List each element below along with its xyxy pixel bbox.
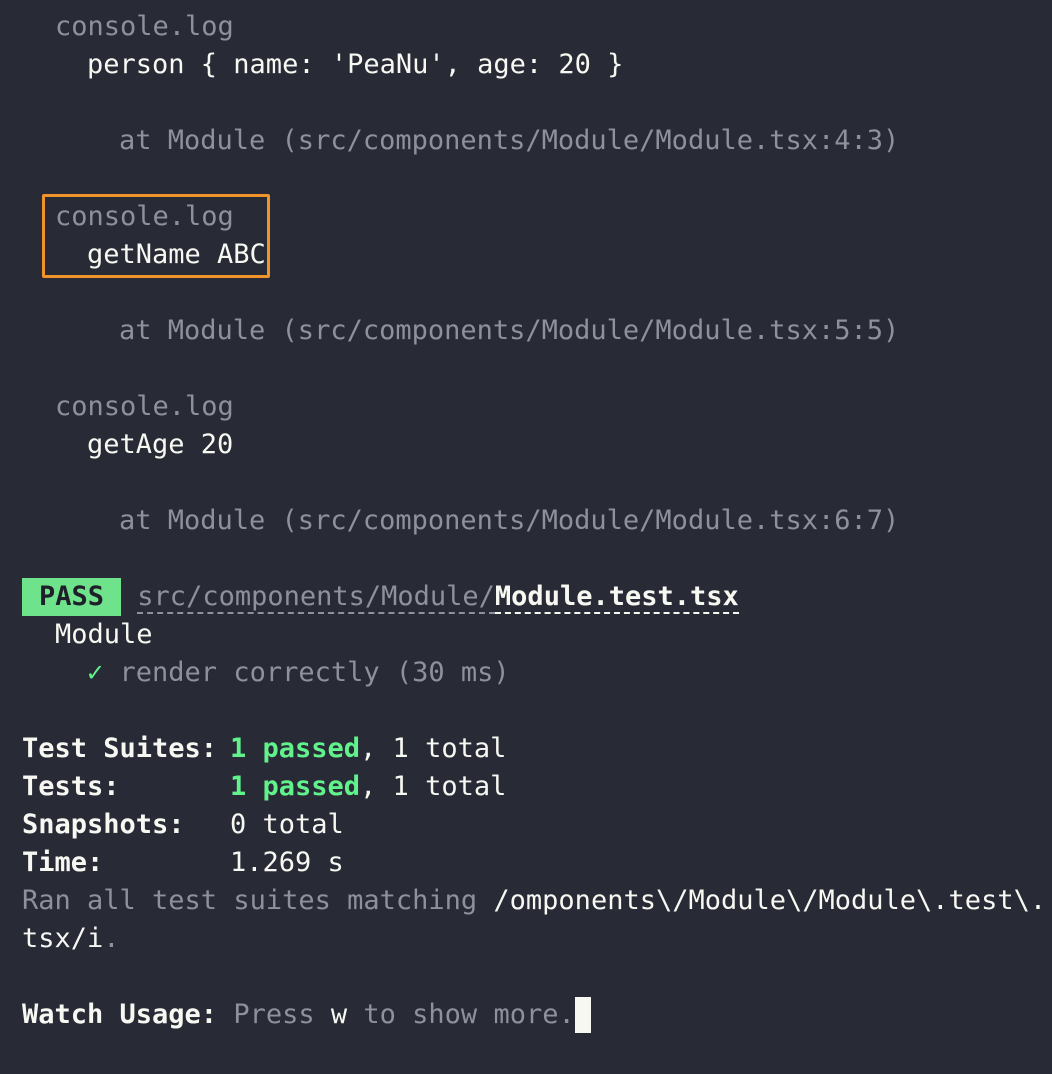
- watch-usage-label: Watch Usage:: [22, 999, 218, 1030]
- watch-usage-line: Watch Usage: Press w to show more.: [22, 996, 591, 1034]
- ran-all-line-1: Ran all test suites matching /omponents\…: [22, 882, 1046, 920]
- watch-usage-key: w: [330, 999, 348, 1030]
- ran-all-suffix: .: [103, 923, 120, 954]
- terminal-cursor[interactable]: [574, 997, 591, 1033]
- watch-usage-rest: to show more.: [347, 999, 575, 1030]
- console-log-header-2: console.log: [55, 201, 234, 232]
- console-log-location-3: at Module (src/components/Module/Module.…: [119, 505, 900, 536]
- ran-all-pattern-2: tsx/i: [22, 923, 104, 954]
- summary-snapshots-label: Snapshots:: [22, 809, 185, 840]
- summary-tests-label: Tests:: [22, 771, 120, 802]
- summary-time-label: Time:: [22, 847, 104, 878]
- test-case-name: render correctly (30 ms): [119, 657, 510, 688]
- summary-suites-passed: 1 passed: [230, 733, 361, 764]
- summary-snapshots: Snapshots: 0 total: [22, 806, 344, 844]
- summary-suites-total: , 1 total: [360, 733, 507, 764]
- summary-snapshots-value: 0 total: [230, 809, 344, 840]
- console-log-header-3: console.log: [55, 391, 234, 422]
- summary-suites-label: Test Suites:: [22, 733, 218, 764]
- summary-tests: Tests: 1 passed, 1 total: [22, 768, 506, 806]
- summary-time: Time: 1.269 s: [22, 844, 344, 882]
- summary-time-value: 1.269 s: [230, 847, 344, 878]
- console-log-location-1: at Module (src/components/Module/Module.…: [119, 125, 900, 156]
- watch-usage-press: Press: [217, 999, 331, 1030]
- test-file-dir: src/components/Module/: [137, 581, 495, 614]
- check-icon: ✓: [87, 657, 104, 688]
- console-log-message-1: person { name: 'PeaNu', age: 20 }: [87, 49, 624, 80]
- summary-tests-passed: 1 passed: [230, 771, 361, 802]
- test-suite-name: Module: [55, 619, 153, 650]
- summary-tests-total: , 1 total: [360, 771, 507, 802]
- console-log-location-2: at Module (src/components/Module/Module.…: [119, 315, 900, 346]
- terminal-output: console.log person { name: 'PeaNu', age:…: [0, 0, 1052, 1074]
- ran-all-line-2: tsx/i.: [22, 920, 120, 958]
- test-case-row: ✓ render correctly (30 ms): [87, 654, 510, 692]
- ran-all-prefix: Ran all test suites matching: [22, 885, 494, 916]
- console-log-header-1: console.log: [55, 11, 234, 42]
- console-log-message-3: getAge 20: [87, 429, 234, 460]
- pass-badge: PASS: [22, 578, 122, 616]
- test-file-name: Module.test.tsx: [494, 581, 739, 614]
- ran-all-pattern-1: /omponents\/Module\/Module\.test\.: [493, 885, 1047, 916]
- summary-suites: Test Suites: 1 passed, 1 total: [22, 730, 506, 768]
- test-file-result: PASS src/components/Module/Module.test.t…: [22, 578, 739, 616]
- console-log-message-2: getName ABC: [87, 239, 266, 270]
